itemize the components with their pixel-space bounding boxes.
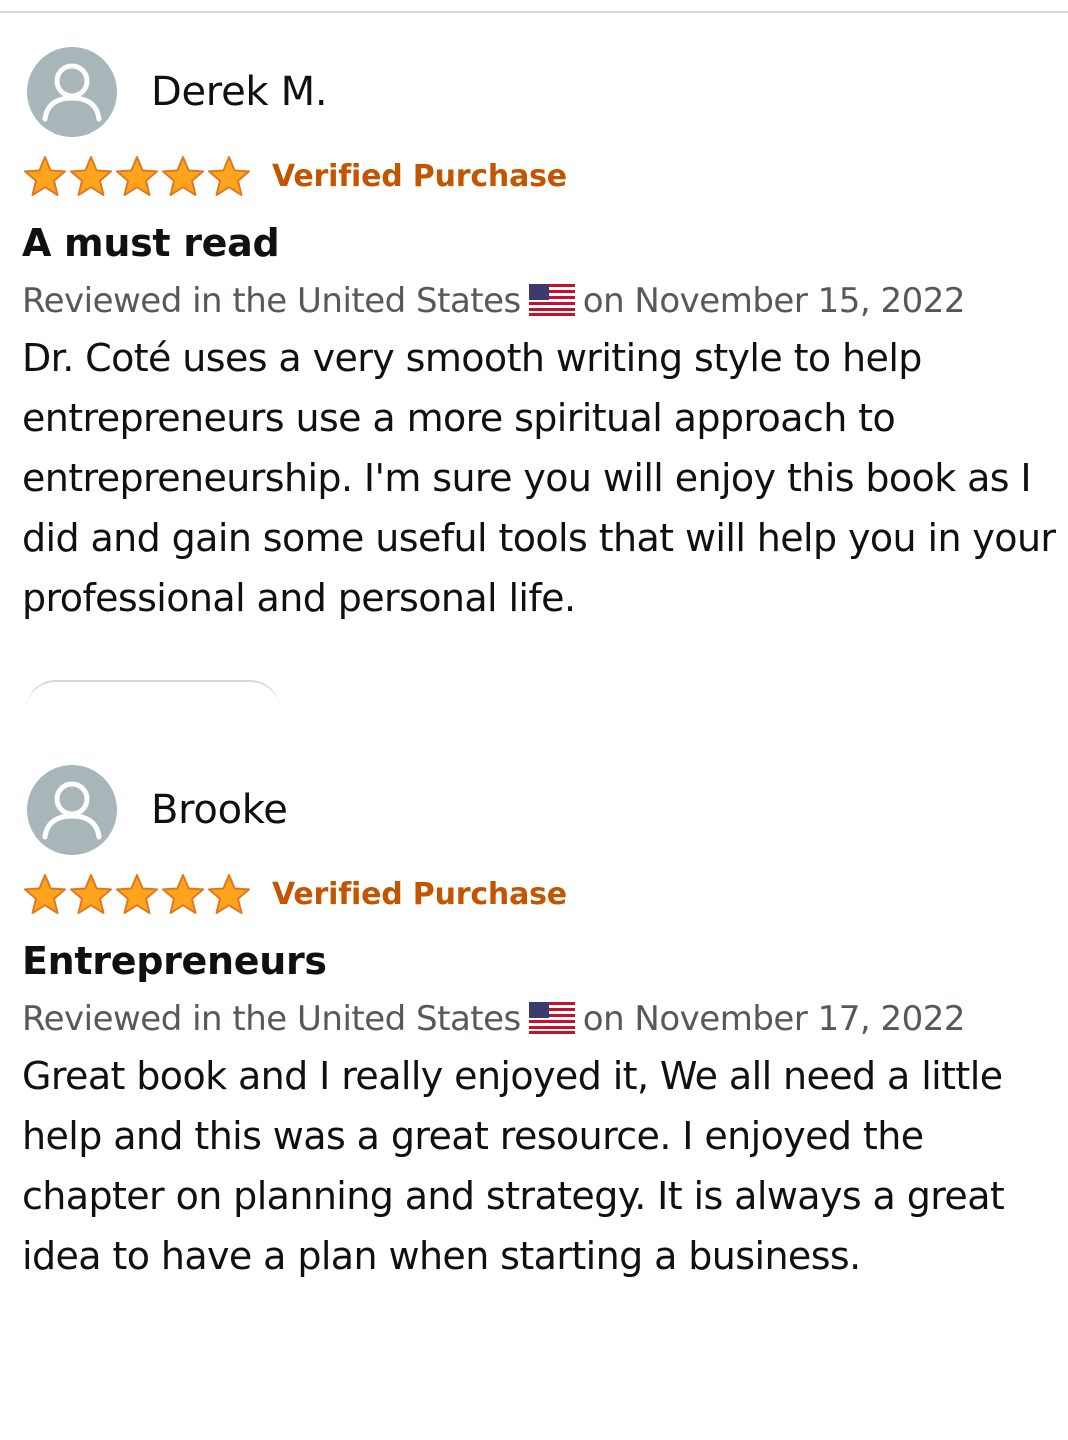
review-date: on November 17, 2022: [582, 999, 966, 1039]
reviewer-profile[interactable]: Derek M.: [22, 46, 1052, 138]
verified-purchase-badge: Verified Purchase: [272, 876, 567, 912]
reviewer-name[interactable]: Brooke: [151, 787, 288, 833]
review-location: Reviewed in the United States: [22, 999, 521, 1039]
reviewer-profile[interactable]: Brooke: [22, 764, 1052, 856]
rating-row: Verified Purchase: [22, 872, 1052, 916]
star-icon: [24, 156, 66, 196]
helpful-button[interactable]: [26, 680, 280, 710]
review-title[interactable]: A must read: [22, 220, 1052, 266]
review-meta: Reviewed in the United States on Novembe…: [22, 996, 1052, 1042]
us-flag-icon: [528, 284, 575, 316]
review-card: Derek M. Verified Purchase A must read R…: [22, 46, 1056, 628]
star-icon: [162, 874, 204, 914]
review-body: Great book and I really enjoyed it, We a…: [22, 1054, 1005, 1278]
user-icon: [42, 781, 102, 840]
review-card: Brooke Verified Purchase Entrepreneurs R…: [22, 764, 1052, 1286]
review-title[interactable]: Entrepreneurs: [22, 938, 1052, 984]
star-icon: [70, 874, 112, 914]
rating-row: Verified Purchase: [22, 154, 1052, 198]
review-meta: Reviewed in the United States on Novembe…: [22, 278, 1052, 324]
star-icon: [70, 156, 112, 196]
user-icon: [42, 63, 102, 122]
star-icon: [208, 874, 250, 914]
review-body: Dr. Coté uses a very smooth writing styl…: [22, 336, 1056, 620]
star-icon: [116, 156, 158, 196]
review-date: on November 15, 2022: [582, 281, 966, 321]
review-location: Reviewed in the United States: [22, 281, 521, 321]
us-flag-icon: [528, 1002, 575, 1034]
top-divider: [0, 11, 1068, 13]
avatar[interactable]: [27, 47, 117, 137]
star-rating[interactable]: [22, 872, 252, 916]
star-icon: [162, 156, 204, 196]
reviewer-name[interactable]: Derek M.: [151, 69, 328, 115]
star-icon: [116, 874, 158, 914]
star-icon: [24, 874, 66, 914]
star-rating[interactable]: [22, 154, 252, 198]
avatar[interactable]: [27, 765, 117, 855]
star-icon: [208, 156, 250, 196]
verified-purchase-badge: Verified Purchase: [272, 158, 567, 194]
